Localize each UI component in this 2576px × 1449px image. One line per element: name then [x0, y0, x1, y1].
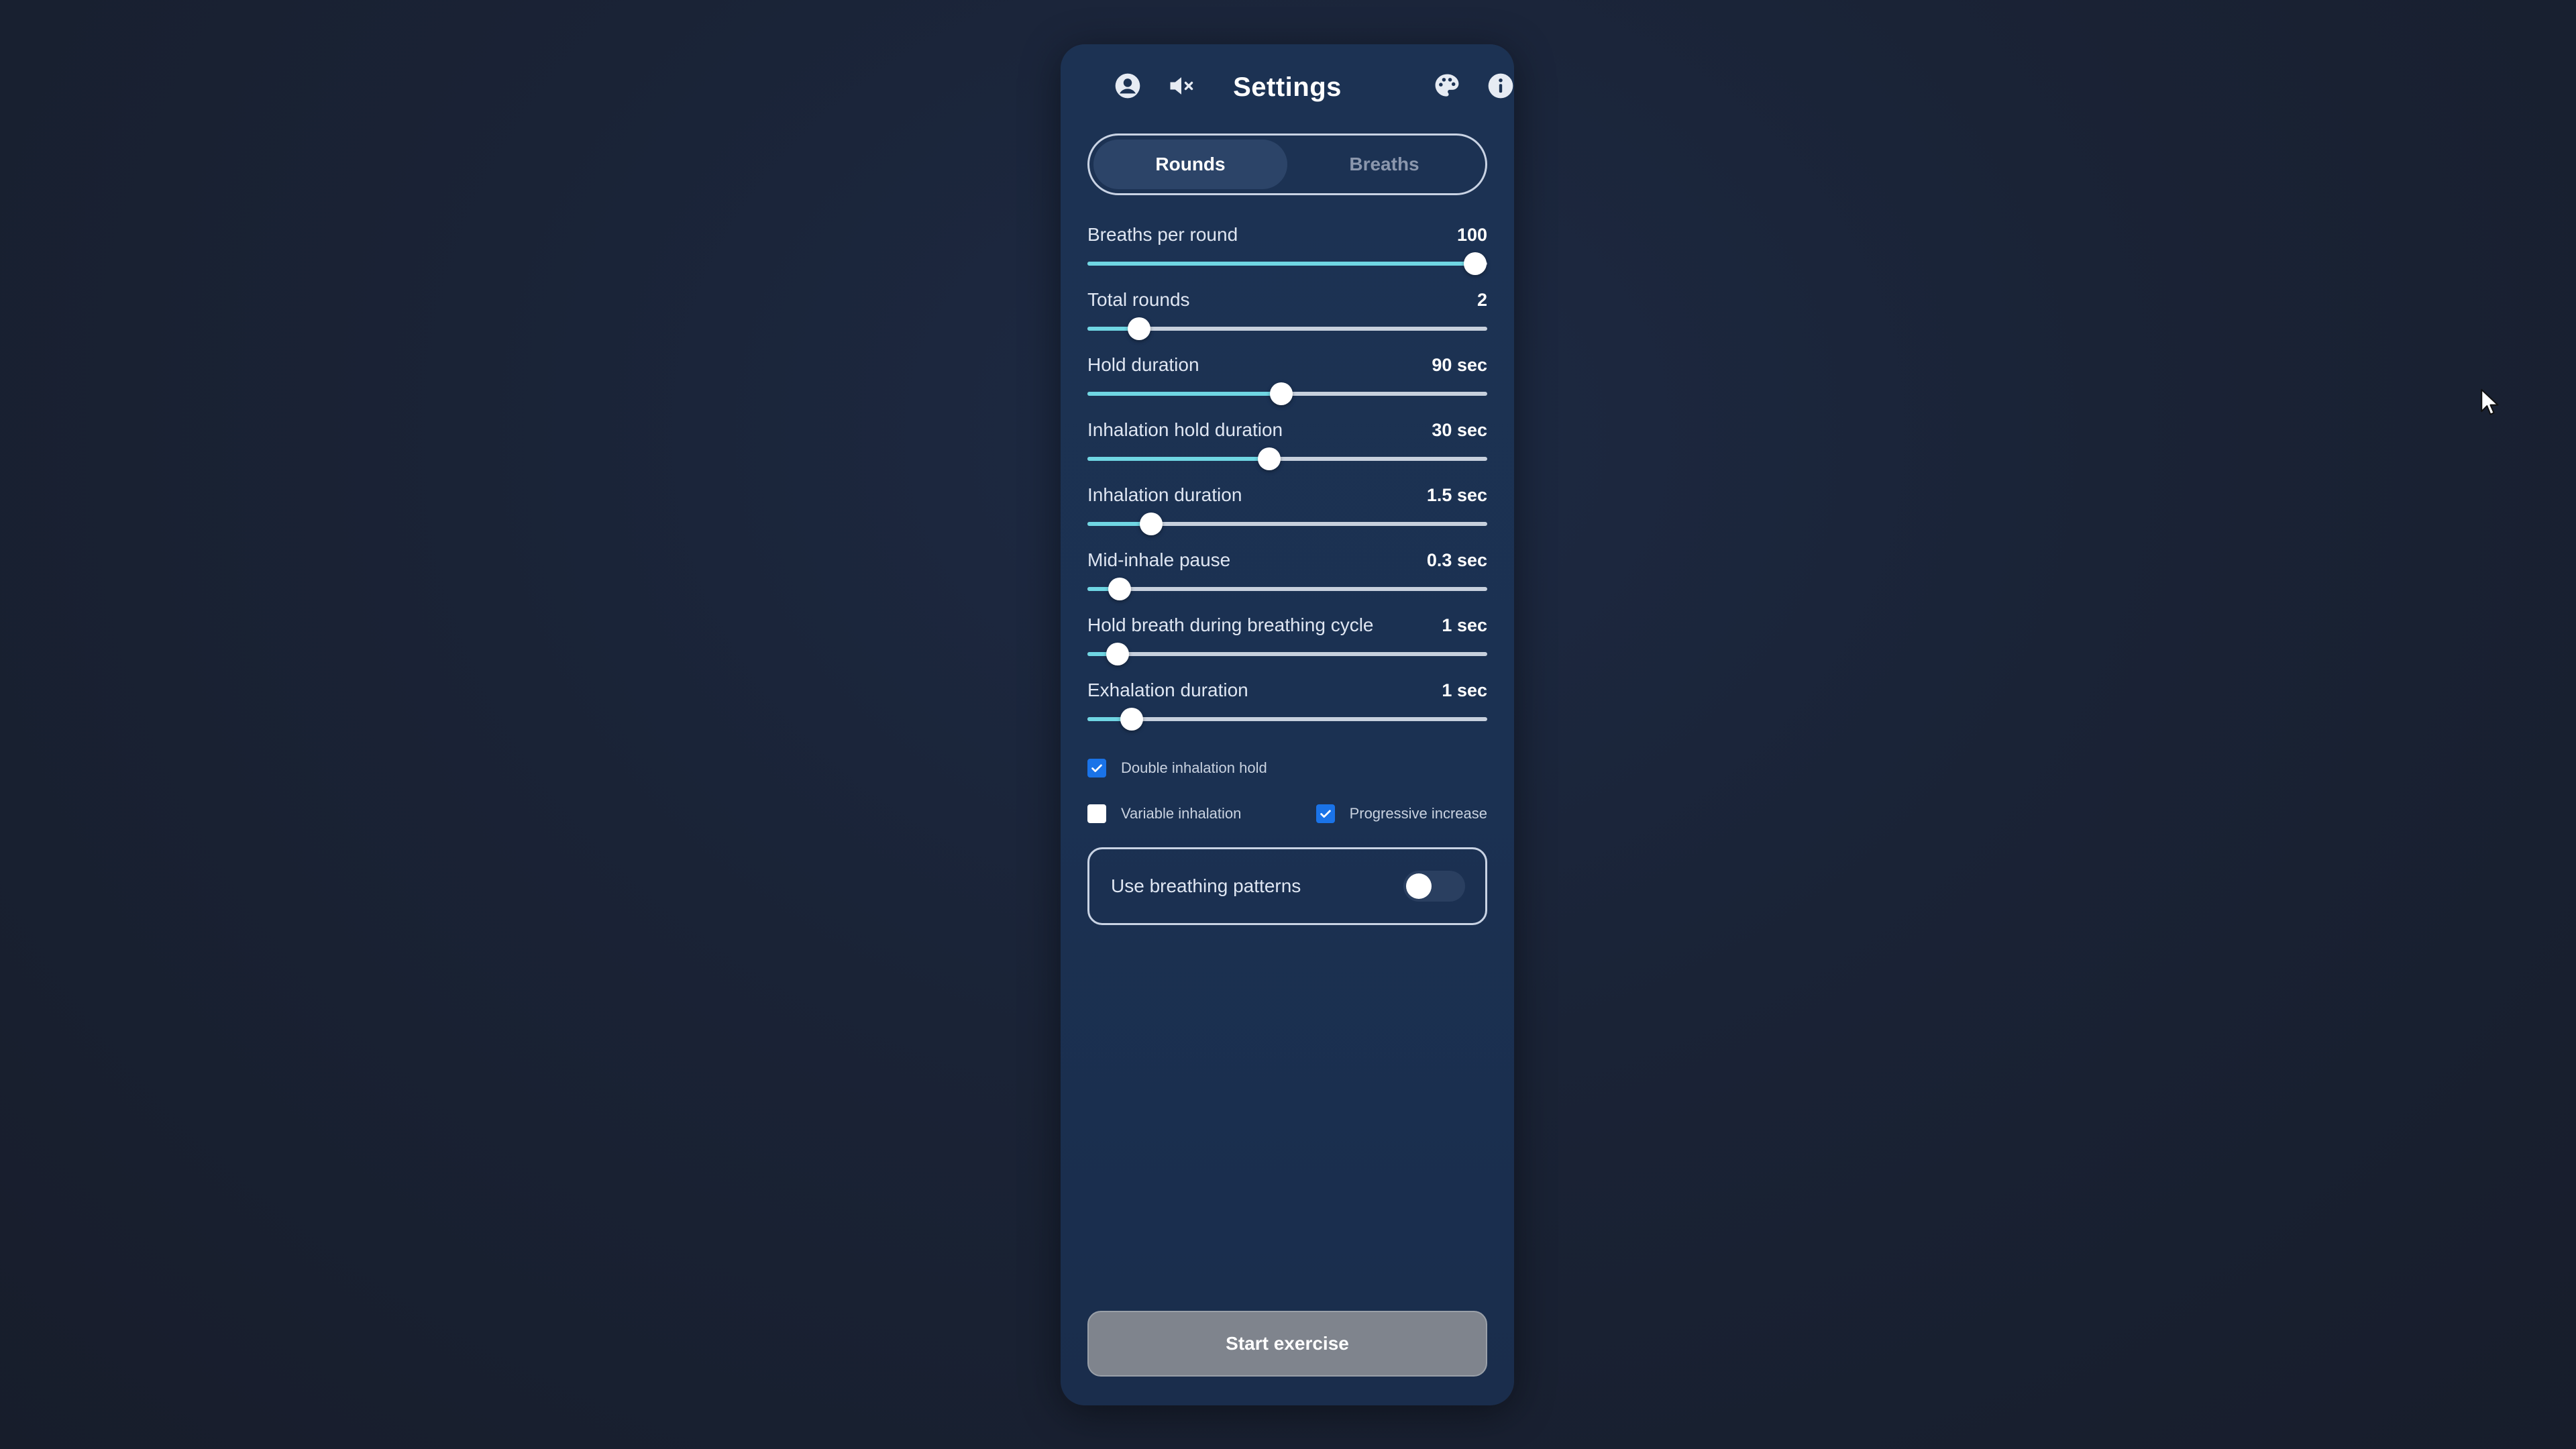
- slider-track[interactable]: [1087, 252, 1487, 275]
- slider-inhalation-hold-duration: Inhalation hold duration 30 sec: [1087, 417, 1487, 482]
- progressive-increase-checkbox[interactable]: [1316, 804, 1335, 823]
- slider-hold-breath-during-cycle: Hold breath during breathing cycle 1 sec: [1087, 612, 1487, 678]
- checkmark-icon: [1091, 764, 1102, 772]
- slider-track[interactable]: [1087, 382, 1487, 405]
- breathing-patterns-label: Use breathing patterns: [1111, 875, 1301, 896]
- double-inhalation-hold-option[interactable]: Double inhalation hold: [1087, 759, 1267, 777]
- slider-hold-duration: Hold duration 90 sec: [1087, 352, 1487, 417]
- slider-value: 90 sec: [1432, 354, 1487, 375]
- slider-value: 100: [1456, 224, 1487, 245]
- start-exercise-button[interactable]: Start exercise: [1087, 1311, 1487, 1377]
- slider-exhalation-duration: Exhalation duration 1 sec: [1087, 678, 1487, 743]
- slider-fill: [1087, 457, 1270, 461]
- slider-label: Total rounds: [1087, 289, 1190, 310]
- tab-breaths[interactable]: Breaths: [1287, 140, 1481, 189]
- settings-panel: Settings Rounds Breaths Breaths per roun…: [1061, 44, 1514, 1405]
- slider-track[interactable]: [1087, 708, 1487, 731]
- slider-track[interactable]: [1087, 447, 1487, 470]
- slider-track[interactable]: [1087, 643, 1487, 665]
- slider-track[interactable]: [1087, 317, 1487, 340]
- mode-tabs: Rounds Breaths: [1087, 133, 1487, 195]
- slider-label: Hold duration: [1087, 354, 1199, 375]
- slider-thumb[interactable]: [1258, 447, 1281, 470]
- checkbox-label: Variable inhalation: [1121, 805, 1242, 822]
- breathing-patterns-card: Use breathing patterns: [1087, 847, 1487, 925]
- progressive-increase-option[interactable]: Progressive increase: [1316, 804, 1487, 823]
- slider-total-rounds: Total rounds 2: [1087, 287, 1487, 352]
- slider-value: 1 sec: [1442, 680, 1487, 700]
- checkbox-label: Progressive increase: [1349, 805, 1487, 822]
- breathing-patterns-toggle[interactable]: [1403, 871, 1465, 902]
- page-title: Settings: [1233, 72, 1342, 102]
- slider-thumb[interactable]: [1464, 252, 1487, 275]
- slider-label: Breaths per round: [1087, 224, 1238, 245]
- slider-thumb[interactable]: [1140, 513, 1163, 535]
- tab-rounds[interactable]: Rounds: [1093, 140, 1287, 189]
- slider-label: Hold breath during breathing cycle: [1087, 614, 1374, 635]
- toggle-knob: [1406, 873, 1432, 899]
- settings-header: Settings: [1087, 44, 1513, 133]
- slider-label: Inhalation hold duration: [1087, 419, 1283, 440]
- slider-thumb[interactable]: [1120, 708, 1143, 731]
- slider-fill: [1087, 392, 1282, 396]
- slider-thumb[interactable]: [1128, 317, 1151, 340]
- variable-inhalation-option[interactable]: Variable inhalation: [1087, 804, 1241, 823]
- slider-thumb[interactable]: [1270, 382, 1293, 405]
- slider-value: 30 sec: [1432, 419, 1487, 440]
- checkmark-icon: [1320, 810, 1331, 818]
- variable-inhalation-checkbox[interactable]: [1087, 804, 1106, 823]
- mouse-cursor-icon: [2481, 388, 2499, 415]
- slider-mid-inhale-pause: Mid-inhale pause 0.3 sec: [1087, 547, 1487, 612]
- slider-track[interactable]: [1087, 578, 1487, 600]
- options-checkboxes: Double inhalation hold Variable inhalati…: [1087, 745, 1487, 837]
- slider-breaths-per-round: Breaths per round 100: [1087, 222, 1487, 287]
- slider-thumb[interactable]: [1108, 578, 1131, 600]
- slider-list: Breaths per round 100 Total rounds 2 Hol…: [1087, 222, 1487, 743]
- slider-value: 1.5 sec: [1426, 484, 1487, 505]
- info-icon[interactable]: [1485, 70, 1517, 102]
- slider-value: 1 sec: [1442, 614, 1487, 635]
- checkbox-label: Double inhalation hold: [1121, 759, 1267, 776]
- palette-icon[interactable]: [1431, 70, 1463, 102]
- slider-fill: [1087, 262, 1476, 266]
- slider-value: 0.3 sec: [1426, 549, 1487, 570]
- slider-thumb[interactable]: [1106, 643, 1129, 665]
- slider-label: Exhalation duration: [1087, 680, 1248, 700]
- slider-value: 2: [1477, 289, 1487, 310]
- slider-inhalation-duration: Inhalation duration 1.5 sec: [1087, 482, 1487, 547]
- slider-label: Inhalation duration: [1087, 484, 1242, 505]
- double-inhalation-hold-checkbox[interactable]: [1087, 759, 1106, 777]
- slider-label: Mid-inhale pause: [1087, 549, 1231, 570]
- slider-track[interactable]: [1087, 513, 1487, 535]
